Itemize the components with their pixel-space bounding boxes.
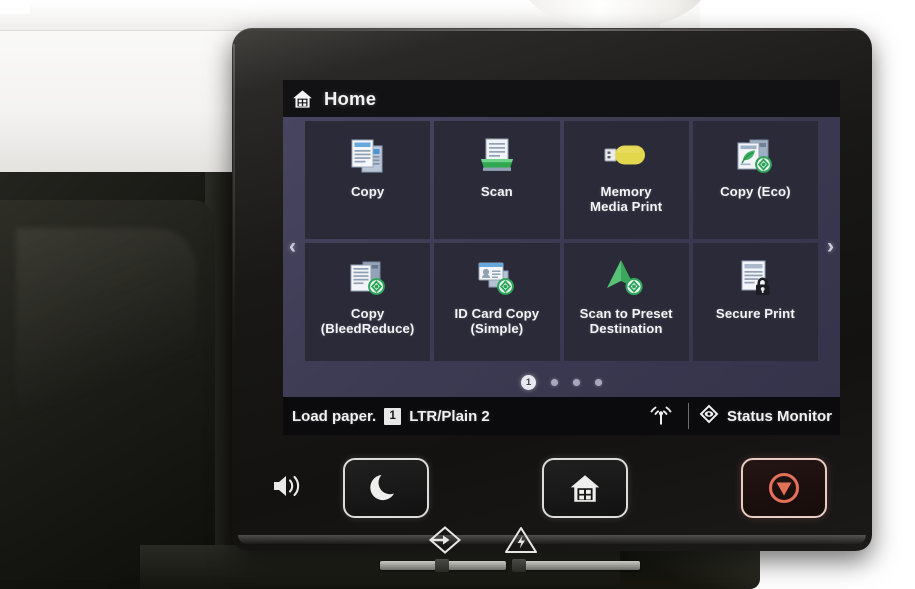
scan-to-preset-icon — [602, 252, 650, 304]
bezel-highlight-bottom — [238, 535, 866, 544]
secure-print-lock-icon — [732, 252, 778, 304]
tile-label: Copy — [350, 184, 385, 199]
page-indicator: 1 — [283, 375, 840, 390]
id-card-copy-icon — [474, 252, 520, 304]
status-monitor-label: Status Monitor — [727, 407, 832, 425]
data-arrow-icon — [428, 526, 462, 554]
tile-scan[interactable]: Scan — [434, 121, 560, 239]
home-button[interactable] — [542, 458, 628, 518]
page-title: Home — [324, 87, 377, 109]
chevron-right-icon[interactable]: › — [827, 235, 834, 259]
tile-label: Secure Print — [715, 306, 795, 321]
page-dot-active[interactable]: 1 — [521, 375, 536, 390]
home-house-icon — [570, 474, 600, 502]
touchscreen-display[interactable]: Home ‹ › Copy Scan Memory Media Print Co… — [283, 80, 840, 435]
chevron-left-icon[interactable]: ‹ — [289, 235, 296, 259]
page-dot[interactable] — [595, 379, 602, 386]
stop-circle-icon — [768, 472, 800, 504]
led-strip-connector — [435, 559, 449, 572]
tile-label: ID Card Copy (Simple) — [454, 306, 540, 336]
tile-secure-print[interactable]: Secure Print — [692, 243, 818, 361]
bezel-highlight-top — [242, 29, 862, 31]
status-bar: Load paper. 1 LTR/Plain 2 Status Monitor — [283, 397, 840, 435]
speaker-volume-icon — [274, 475, 300, 497]
usb-drive-icon — [601, 130, 651, 182]
tile-copy-bleedreduce[interactable]: Copy (BleedReduce) — [305, 243, 431, 361]
wifi-icon — [642, 405, 688, 427]
copy-bleedreduce-icon — [345, 252, 391, 304]
home-tile-area: ‹ › Copy Scan Memory Media Print Copy (E… — [283, 117, 840, 397]
home-icon — [293, 89, 312, 108]
app-tile-grid: Copy Scan Memory Media Print Copy (Eco) … — [305, 121, 818, 361]
tile-copy[interactable]: Copy — [305, 121, 431, 239]
copy-documents-icon — [345, 130, 391, 182]
tile-label: Copy (Eco) — [720, 184, 791, 199]
tile-id-card-copy[interactable]: ID Card Copy (Simple) — [434, 243, 560, 361]
tile-memory-media-print[interactable]: Memory Media Print — [563, 121, 689, 239]
moon-sleep-icon — [370, 475, 394, 501]
control-panel: Home ‹ › Copy Scan Memory Media Print Co… — [232, 28, 872, 572]
stop-button[interactable] — [741, 458, 827, 518]
printer-top-lip-corner — [0, 0, 30, 14]
tile-label: Scan — [480, 184, 513, 199]
status-right-group: Status Monitor — [642, 397, 840, 435]
printer-tray-sheen — [16, 228, 196, 478]
copy-eco-icon — [732, 130, 778, 182]
error-triangle-icon — [505, 527, 537, 553]
status-message: Load paper. — [292, 407, 377, 425]
tile-label: Copy (BleedReduce) — [320, 306, 415, 336]
tile-copy-eco[interactable]: Copy (Eco) — [692, 121, 818, 239]
tile-scan-to-preset-destination[interactable]: Scan to Preset Destination — [563, 243, 689, 361]
status-monitor-diamond-icon — [698, 403, 720, 430]
status-message-group: Load paper. 1 LTR/Plain 2 — [283, 407, 642, 425]
tray-number-badge: 1 — [384, 407, 402, 425]
page-dot[interactable] — [551, 379, 558, 386]
screen-header: Home — [283, 80, 840, 117]
sleep-button[interactable] — [343, 458, 429, 518]
status-monitor-button[interactable]: Status Monitor — [689, 397, 840, 435]
led-strip-connector — [512, 559, 526, 572]
tile-label: Memory Media Print — [590, 184, 663, 214]
tile-label: Scan to Preset Destination — [579, 306, 673, 336]
page-dot[interactable] — [573, 379, 580, 386]
scanner-icon — [474, 130, 520, 182]
bezel-highlight-left — [233, 44, 235, 344]
paper-info: LTR/Plain 2 — [409, 407, 490, 425]
status-led-strip-right — [514, 561, 640, 570]
